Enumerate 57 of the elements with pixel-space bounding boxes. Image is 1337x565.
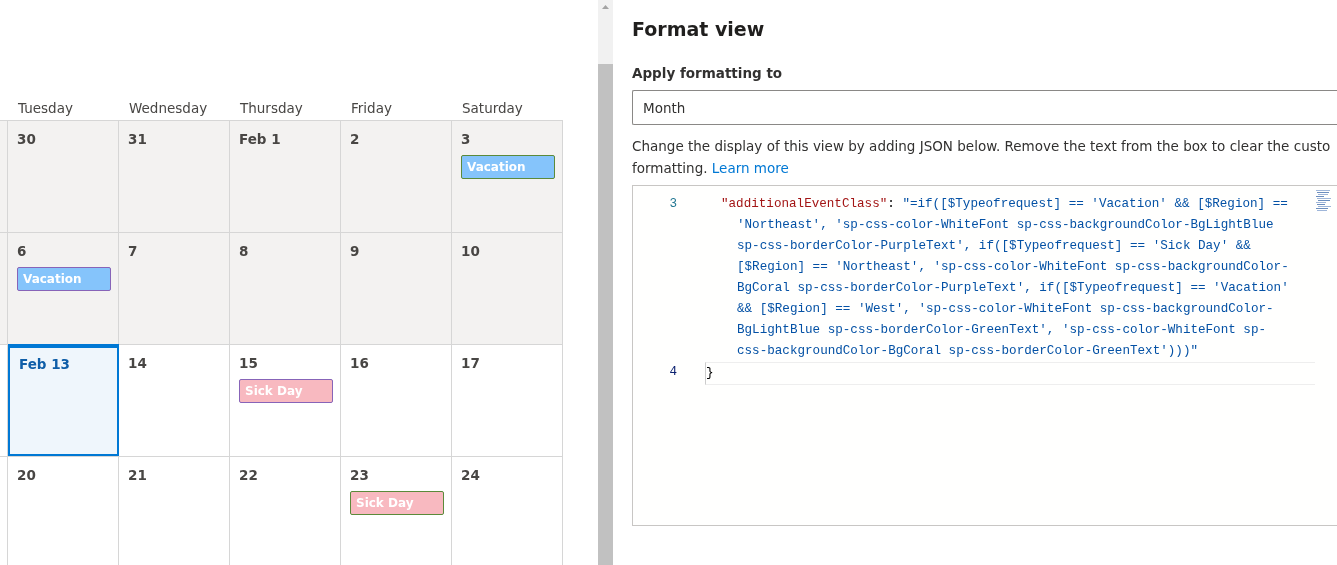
- calendar-day-cell[interactable]: 9: [341, 232, 452, 344]
- calendar-day-cell[interactable]: 24: [452, 456, 563, 565]
- day-number: 9: [350, 242, 360, 261]
- day-number: 16: [350, 354, 369, 373]
- calendar-day-cell[interactable]: 17: [452, 344, 563, 456]
- day-number: Feb 1: [239, 130, 281, 149]
- weekday-header: Thursday: [240, 100, 303, 116]
- day-number: 21: [128, 466, 147, 485]
- code-line: "additionalEventClass": "=if([$Typeofrequest] == 'Vacation' && [$Region] == 'Northeast', 'sp-css-color-WhiteFont sp-css-backgroundColor-BgLightBlue sp-css-borderColor-PurpleText', if([$Typeofrequest] == 'Sick Day' && [$Region] == 'Northeast', 'sp-css-color-WhiteFont sp-css-backgroundColor-BgCoral sp-css-borderColor-PurpleText', if([$Typeofrequest] == 'Vacation' && [$Region] == 'West', 'sp-css-color-WhiteFont sp-css-backgroundColor-BgLightBlue sp-css-borderColor-GreenText', 'sp-css-color-WhiteFont sp-css-backgroundColor-BgCoral sp-css-borderColor-GreenText')))": [721, 196, 1290, 361]
- line-number: 3: [668, 196, 678, 214]
- day-number: 31: [128, 130, 147, 149]
- day-number: Feb 13: [19, 355, 70, 374]
- calendar-day-cell[interactable]: 23 Sick Day: [341, 456, 452, 565]
- weekday-header: Tuesday: [18, 100, 73, 116]
- weekday-header: Saturday: [462, 100, 523, 116]
- description-text: Change the display of this view by adding JSON below. Remove the text from the box to clear the custo formatting. Learn more: [632, 137, 1332, 179]
- day-number: 3: [461, 130, 471, 149]
- calendar-day-cell[interactable]: 20: [8, 456, 119, 565]
- calendar-day-cell[interactable]: Feb 1: [230, 120, 341, 232]
- calendar-day-cell[interactable]: 31: [119, 120, 230, 232]
- day-number: 24: [461, 466, 480, 485]
- day-number: 2: [350, 130, 360, 149]
- day-number: 6: [17, 242, 27, 261]
- day-number: 15: [239, 354, 258, 373]
- calendar-day-cell[interactable]: 16: [341, 344, 452, 456]
- code-editor[interactable]: [632, 185, 1337, 527]
- calendar-day-cell[interactable]: 3 Vacation: [452, 120, 563, 232]
- calendar-day-cell[interactable]: 30: [8, 120, 119, 232]
- calendar-day-cell[interactable]: 22: [230, 456, 341, 565]
- day-number: 17: [461, 354, 480, 373]
- calendar-day-cell[interactable]: 6 Vacation: [8, 232, 119, 344]
- calendar-day-cell[interactable]: 7: [119, 232, 230, 344]
- learn-more-link[interactable]: Learn more: [711, 160, 789, 177]
- calendar-day-cell[interactable]: 15 Sick Day: [230, 344, 341, 456]
- panel-title: Format view: [632, 18, 766, 41]
- calendar-day-cell[interactable]: 10: [452, 232, 563, 344]
- day-number: 14: [128, 354, 147, 373]
- line-number: 4: [668, 364, 678, 382]
- calendar-day-cell[interactable]: 2: [341, 120, 452, 232]
- day-number: 10: [461, 242, 480, 261]
- calendar-day-cell[interactable]: Feb 13: [8, 344, 119, 456]
- minimap-drawing[interactable]: [1316, 190, 1331, 213]
- apply-formatting-dropdown[interactable]: Month: [632, 90, 1337, 126]
- scroll-up-icon[interactable]: [602, 5, 609, 9]
- calendar-day-cell[interactable]: 14: [119, 344, 230, 456]
- calendar-day-cell[interactable]: 8: [230, 232, 341, 344]
- day-number: 20: [17, 466, 36, 485]
- weekday-header: Friday: [351, 100, 392, 116]
- field-label: Apply formatting to: [632, 63, 784, 83]
- day-number: 22: [239, 466, 258, 485]
- calendar-day-cell[interactable]: 21: [119, 456, 230, 565]
- day-number: 30: [17, 130, 36, 149]
- weekday-header: Wednesday: [129, 100, 208, 116]
- day-number: 8: [239, 242, 249, 261]
- day-number: 23: [350, 466, 369, 485]
- day-number: 7: [128, 242, 138, 261]
- code-text: }: [706, 366, 714, 381]
